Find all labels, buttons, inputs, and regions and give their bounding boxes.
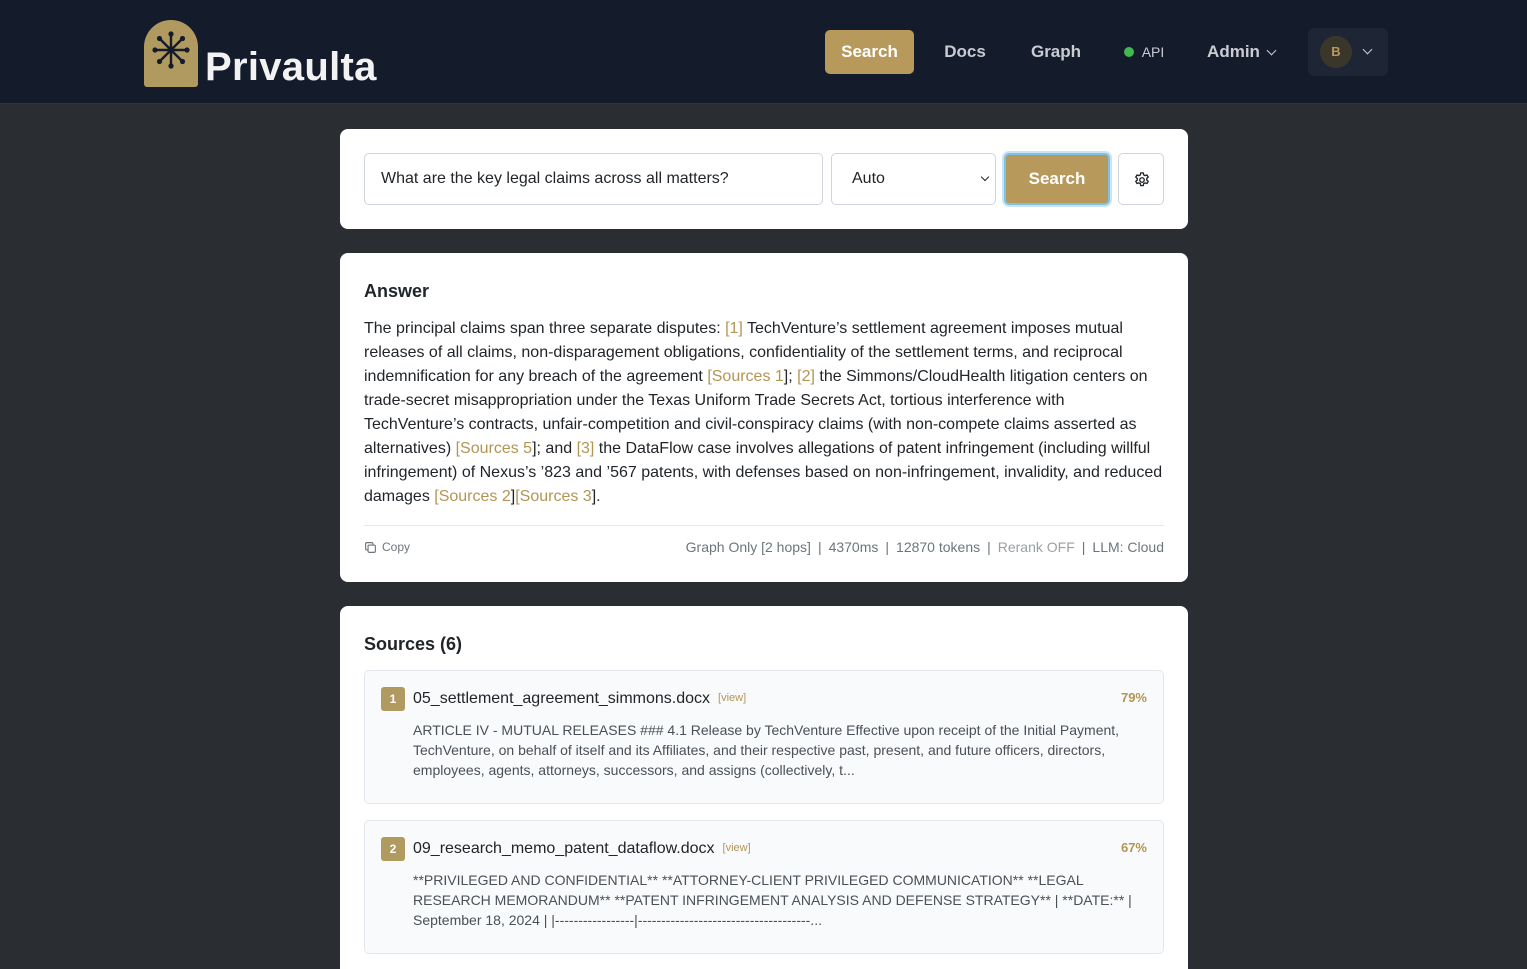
- answer-text-segment: ];: [783, 368, 798, 385]
- copy-label: Copy: [382, 540, 411, 554]
- brand[interactable]: Privaulta: [144, 19, 377, 87]
- source-view-link[interactable]: [view]: [723, 842, 751, 854]
- meta-separator: |: [885, 539, 890, 555]
- mode-select[interactable]: Auto: [831, 153, 996, 205]
- gear-icon: [1135, 172, 1149, 187]
- source-citation-link[interactable]: [Sources 5: [456, 440, 532, 457]
- settings-button[interactable]: [1118, 153, 1164, 205]
- answer-text: The principal claims span three separate…: [364, 317, 1164, 509]
- search-card: What are the key legal claims across all…: [340, 129, 1188, 229]
- user-menu-button[interactable]: B: [1308, 28, 1388, 76]
- meta-separator: |: [1081, 539, 1086, 555]
- nav-admin-label: Admin: [1207, 42, 1260, 61]
- source-number-badge: 2: [381, 837, 405, 861]
- source-filename: 05_settlement_agreement_simmons.docx [vie…: [413, 690, 746, 708]
- meta-separator: |: [817, 539, 822, 555]
- source-item[interactable]: 2 09_research_memo_patent_dataflow.docx […: [364, 820, 1164, 954]
- search-input[interactable]: What are the key legal claims across all…: [364, 153, 823, 205]
- copy-icon: [365, 541, 376, 553]
- citation-link[interactable]: [3]: [577, 440, 595, 457]
- sources-card: Sources (6) 1 05_settlement_agreement_si…: [340, 606, 1188, 969]
- source-filename: 09_research_memo_patent_dataflow.docx [vi…: [413, 840, 751, 858]
- nav-docs-link[interactable]: Docs: [934, 30, 996, 74]
- answer-text-segment: ].: [591, 488, 601, 505]
- search-button[interactable]: Search: [1004, 153, 1110, 205]
- nav-admin-dropdown[interactable]: Admin: [1200, 30, 1282, 74]
- logo-icon: [144, 20, 198, 87]
- source-score: 67%: [1120, 840, 1147, 855]
- source-item[interactable]: 1 05_settlement_agreement_simmons.docx [v…: [364, 670, 1164, 804]
- nav-graph-link[interactable]: Graph: [1018, 30, 1094, 74]
- answer-card: Answer The principal claims span three s…: [340, 253, 1188, 582]
- navbar: Privaulta Search Docs Graph API Admin B: [0, 0, 1527, 104]
- source-citation-link[interactable]: [Sources 1: [707, 368, 783, 385]
- source-score: 79%: [1120, 690, 1147, 705]
- citation-link[interactable]: [1]: [725, 320, 743, 337]
- meta-latency: 4370ms: [828, 539, 879, 555]
- sources-title: Sources (6): [364, 634, 463, 654]
- divider: [364, 525, 1164, 526]
- chevron-down-icon: [980, 172, 990, 182]
- meta-mode: Graph Only [2 hops]: [685, 539, 811, 555]
- answer-title: Answer: [364, 281, 430, 301]
- answer-meta: Graph Only [2 hops] | 4370ms | 12870 tokens |…: [686, 539, 1164, 555]
- answer-text-segment: The principal claims span three separate…: [364, 320, 726, 337]
- meta-tokens: 12870 tokens: [896, 539, 981, 555]
- copy-button[interactable]: Copy: [364, 540, 410, 554]
- nav-api-link[interactable]: API: [1118, 30, 1170, 74]
- chevron-down-icon: [1266, 45, 1277, 56]
- nav-api-label: API: [1141, 44, 1165, 60]
- source-citation-link[interactable]: [Sources 2: [434, 488, 510, 505]
- source-view-link[interactable]: [view]: [718, 692, 746, 704]
- api-status-dot-icon: [1123, 47, 1134, 57]
- brand-name: Privaulta: [205, 45, 377, 89]
- source-number-badge: 1: [381, 687, 405, 711]
- source-filename-text: 09_research_memo_patent_dataflow.docx: [413, 840, 715, 857]
- meta-llm: LLM: Cloud: [1092, 539, 1164, 555]
- meta-separator: |: [987, 539, 991, 555]
- source-citation-link[interactable]: [Sources 3: [515, 488, 591, 505]
- source-snippet: **PRIVILEGED AND CONFIDENTIAL** **ATTORN…: [413, 872, 1132, 928]
- avatar: B: [1320, 36, 1352, 68]
- mode-select-value: Auto: [852, 170, 885, 187]
- meta-rerank: Rerank OFF: [997, 539, 1075, 555]
- citation-link[interactable]: [2]: [797, 368, 815, 385]
- source-snippet: ARTICLE IV - MUTUAL RELEASES ### 4.1 Rel…: [413, 722, 1120, 778]
- chevron-down-icon: [1362, 44, 1373, 55]
- source-filename-text: 05_settlement_agreement_simmons.docx: [413, 690, 711, 707]
- nav-search-button[interactable]: Search: [825, 30, 914, 74]
- answer-text-segment: ]; and: [532, 440, 577, 457]
